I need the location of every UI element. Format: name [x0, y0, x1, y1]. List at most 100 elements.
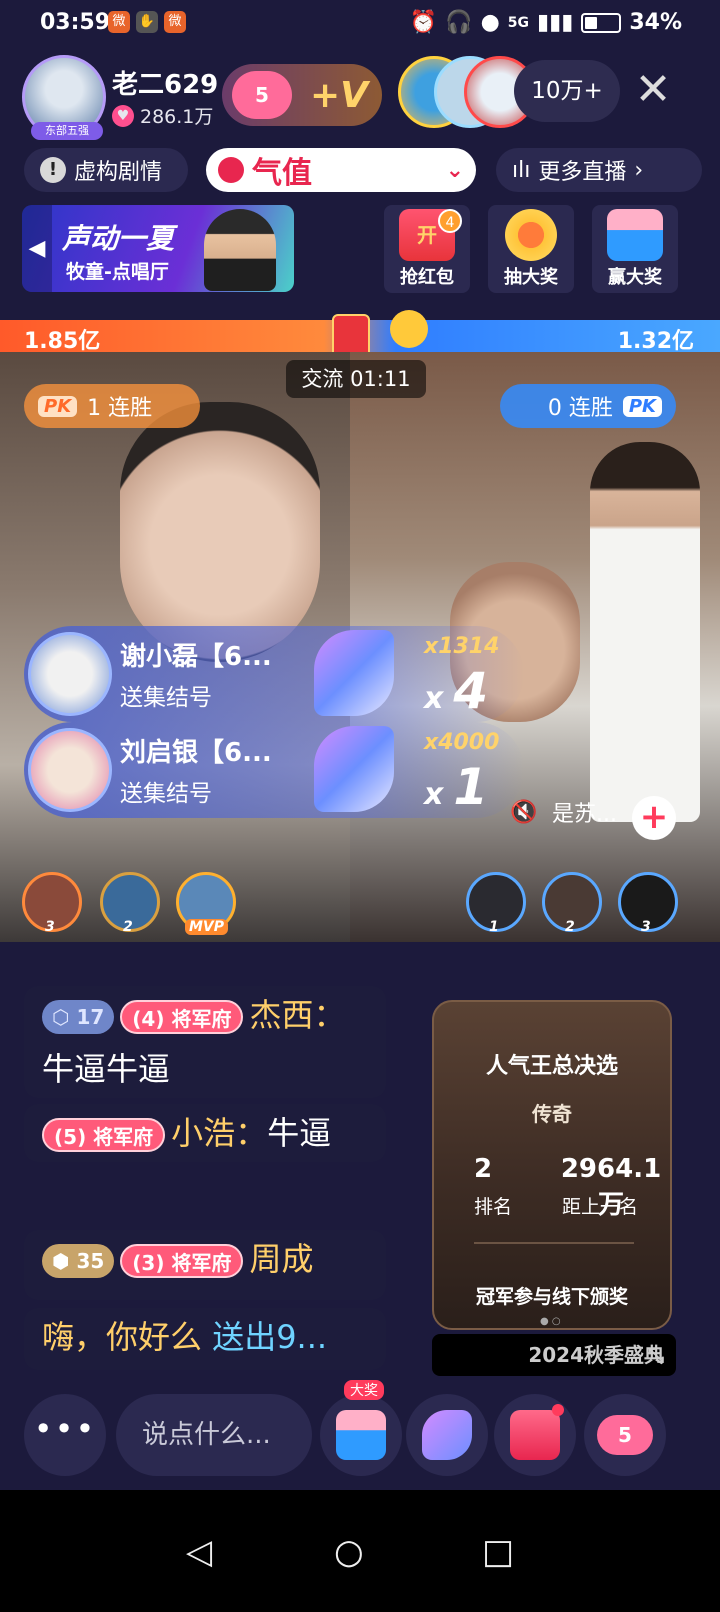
- heart-level: 5: [597, 1415, 653, 1455]
- fan-club-level: 3: [141, 1251, 156, 1275]
- weibo-icon: 微: [164, 11, 186, 33]
- standing-person: [590, 442, 700, 822]
- gift-count: x4: [424, 662, 488, 720]
- event-name-bar[interactable]: 2024秋季盛典 ⤡: [432, 1334, 676, 1376]
- fan-heart-button[interactable]: 5: [584, 1394, 666, 1476]
- chevron-left-icon[interactable]: ◀: [22, 205, 52, 292]
- fan-club-badge: (5) 将军府: [42, 1118, 166, 1152]
- bars-icon: ılı: [512, 157, 531, 183]
- rank-number: MVP: [185, 919, 229, 935]
- gift-count-x: x: [424, 777, 444, 812]
- follow-other-button[interactable]: +: [632, 796, 676, 840]
- lottery-label: 抽大奖: [504, 267, 558, 288]
- back-icon[interactable]: ◁: [186, 1532, 212, 1572]
- red-packet-label: 抢红包: [400, 267, 454, 288]
- event-title: 人气王总决选: [485, 1054, 618, 1079]
- gift-multiplier: x4000: [424, 730, 500, 755]
- gift-multiplier: x1314: [424, 634, 500, 659]
- event-tier: 传奇: [532, 1102, 572, 1126]
- system-nav-bar: ◁ ○ □: [0, 1490, 720, 1612]
- viewer-count[interactable]: 10万+: [514, 60, 620, 122]
- close-icon[interactable]: ✕: [628, 62, 678, 118]
- event-name: 2024秋季盛典: [528, 1343, 664, 1367]
- banner-subtitle: 牧童-点唱厅: [66, 261, 169, 283]
- status-icons: ⏰ 🎧 ● 5G ▮▮▮ 34%: [410, 10, 682, 35]
- comment-item[interactable]: ⬢ 35 (3) 将军府 周成: [24, 1230, 386, 1300]
- promo-banner[interactable]: ◀ 声动一夏 牧童-点唱厅: [22, 205, 294, 292]
- comment-item[interactable]: ⬡ 17 (4) 将军府 杰西： 牛逼牛逼: [24, 986, 386, 1098]
- banner-image: [204, 209, 276, 291]
- battery-percent: 34%: [629, 10, 682, 35]
- lottery-button[interactable]: 抽大奖: [488, 205, 574, 293]
- gift-action: 送集结号: [120, 685, 212, 711]
- info-icon: !: [40, 157, 66, 183]
- collapse-icon[interactable]: ⤡: [648, 1334, 664, 1376]
- treasure-chest-icon: [607, 209, 663, 261]
- gift-notice[interactable]: 嗨，你好么 送出9...: [24, 1308, 386, 1370]
- hand-icon: ✋: [136, 11, 158, 33]
- other-streamer-name[interactable]: 是苏...: [552, 796, 617, 828]
- status-bar: 03:59 微 ✋ 微 ⏰ 🎧 ● 5G ▮▮▮ 34%: [0, 0, 720, 46]
- emoji-icon: [390, 310, 428, 348]
- location-icon: ●: [480, 10, 500, 35]
- gift-toast: 刘启银【6... 送集结号 x4000 x1: [24, 722, 524, 818]
- home-icon[interactable]: ○: [334, 1532, 364, 1572]
- streamer-face: [120, 402, 320, 662]
- rank-avatar[interactable]: 2: [100, 872, 160, 935]
- gift-count-x: x: [424, 681, 444, 716]
- host-name[interactable]: 老二629: [112, 64, 218, 101]
- win-prize-button[interactable]: 赢大奖: [592, 205, 678, 293]
- recents-icon[interactable]: □: [482, 1532, 514, 1572]
- prize-chest-button[interactable]: 大奖: [320, 1380, 402, 1476]
- host-avatar[interactable]: 东部五强: [22, 55, 106, 140]
- pk-right-score: 1.32亿: [617, 329, 694, 354]
- mute-icon[interactable]: 🔇: [510, 800, 537, 828]
- gift-button[interactable]: [494, 1394, 576, 1476]
- rank-avatar[interactable]: 3: [618, 872, 678, 935]
- more-options-button[interactable]: •••: [24, 1394, 106, 1476]
- trumpet-icon: [314, 630, 394, 716]
- gift-count-value: 1: [453, 758, 489, 816]
- network-label: 5G: [507, 14, 529, 31]
- alarm-icon: ⏰: [409, 10, 438, 35]
- fan-club-name: 将军府: [171, 1251, 232, 1275]
- comment-item[interactable]: (5) 将军府 小浩：牛逼: [24, 1104, 386, 1162]
- comment-text: 牛逼: [267, 1114, 332, 1152]
- sender-avatar[interactable]: [28, 728, 112, 812]
- gap-label: 距上一名: [562, 1196, 639, 1218]
- rank-avatar[interactable]: MVP: [176, 872, 236, 935]
- fiction-chip[interactable]: ! 虚构剧情: [24, 148, 188, 192]
- gift-action: 送集结号: [120, 781, 212, 807]
- red-packet-button[interactable]: 开 4 抢红包: [384, 205, 470, 293]
- search-text: 气值: [252, 156, 312, 191]
- pk-icon: PK: [622, 395, 662, 417]
- more-live-button[interactable]: ılı 更多直播 ›: [496, 148, 702, 192]
- rank-number: 1: [489, 919, 499, 935]
- gift-count: x1: [424, 758, 488, 816]
- treasure-chest-icon: [336, 1410, 386, 1460]
- pk-score-bar: 1.85亿 1.32亿: [0, 310, 720, 358]
- search-chip[interactable]: 气值 ⌄: [206, 148, 476, 192]
- fan-club-name: 将军府: [171, 1007, 232, 1031]
- lottery-icon: [505, 209, 557, 261]
- rank-avatar[interactable]: 3: [22, 872, 82, 935]
- follow-button[interactable]: 5 +V: [222, 64, 382, 126]
- rank-avatar[interactable]: 2: [542, 872, 602, 935]
- rank-avatar[interactable]: 1: [466, 872, 526, 935]
- prize-badge: 大奖: [344, 1380, 384, 1400]
- pk-icon: PK: [38, 395, 78, 417]
- gem-badge: ⬡ 17: [42, 1000, 115, 1034]
- left-streak-label: 1 连胜: [87, 396, 153, 421]
- right-streak: 0 连胜 PK: [500, 384, 676, 428]
- sender-avatar[interactable]: [28, 632, 112, 716]
- page-dots: ● ○: [540, 1316, 561, 1327]
- heart-icon: ♥: [112, 104, 134, 127]
- pk-left-score: 1.85亿: [24, 329, 101, 354]
- top-viewers[interactable]: [398, 56, 536, 130]
- event-card[interactable]: 人气王总决选 传奇 2 2964.1万 排名 距上一名 冠军参与线下颁奖 ● ○: [432, 1000, 672, 1330]
- comment-input[interactable]: 说点什么...: [116, 1394, 312, 1476]
- follow-label: +V: [310, 74, 369, 116]
- trumpet-button[interactable]: [406, 1394, 488, 1476]
- win-prize-label: 赢大奖: [608, 267, 662, 288]
- notice-text: 送出9...: [212, 1318, 328, 1356]
